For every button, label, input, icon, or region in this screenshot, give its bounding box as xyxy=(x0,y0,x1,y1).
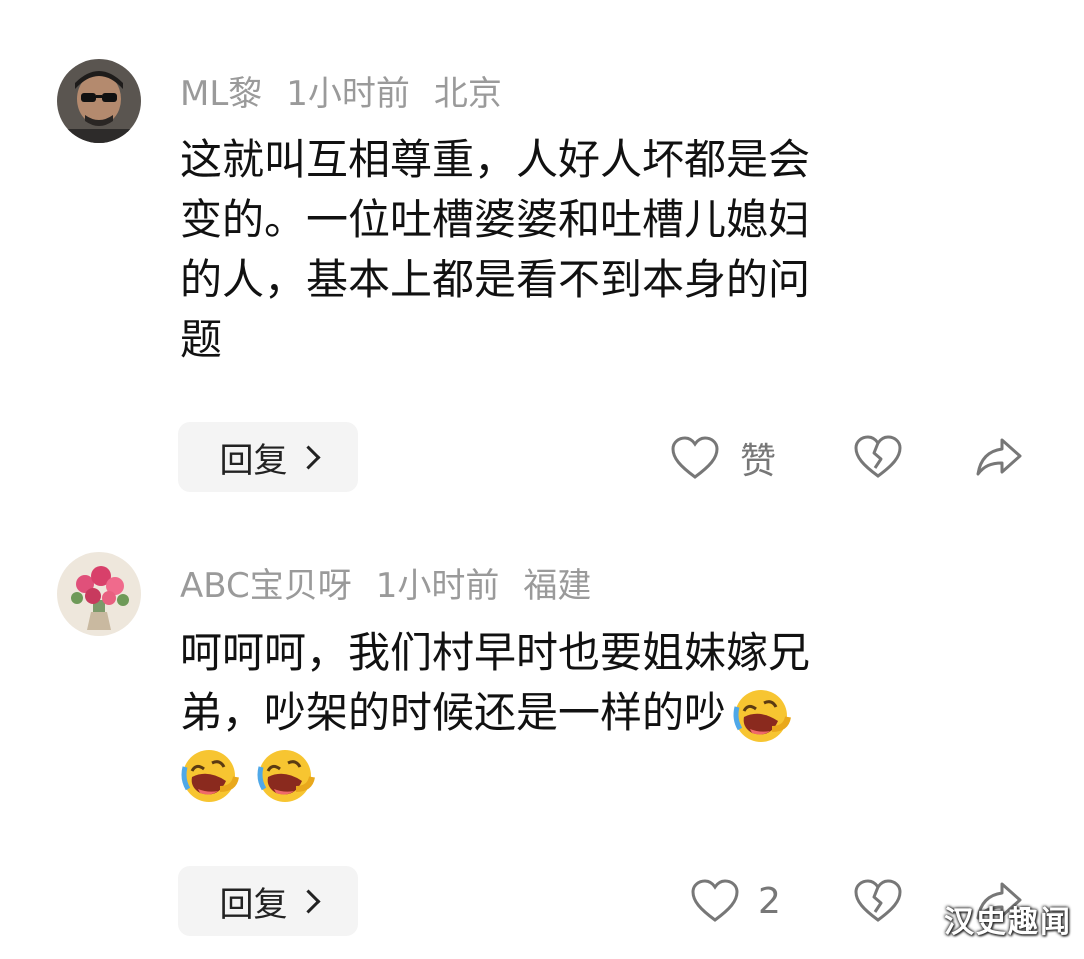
comment-line: 题 xyxy=(180,315,223,364)
avatar[interactable] xyxy=(57,59,141,143)
share-button[interactable] xyxy=(974,434,1024,480)
like-button[interactable]: 2 xyxy=(690,878,781,924)
chevron-right-icon xyxy=(295,444,321,470)
comment-text: 这就叫互相尊重，人好人坏都是会 变的。一位吐槽婆婆和吐槽儿媳妇 的人，基本上都是… xyxy=(180,130,1000,370)
timestamp: 1小时前 xyxy=(375,566,500,606)
reply-label: 回复 xyxy=(219,440,288,481)
comment-line: 变的。一位吐槽婆婆和吐槽儿媳妇 xyxy=(180,195,811,244)
location: 北京 xyxy=(433,74,502,114)
like-button[interactable]: 赞 xyxy=(670,432,776,484)
reply-button[interactable]: 回复 xyxy=(178,866,358,936)
laughing-emoji-icon xyxy=(180,749,256,803)
comment-line: 这就叫互相尊重，人好人坏都是会 xyxy=(180,135,811,184)
emoji-line xyxy=(180,743,1000,803)
watermark: 汉史趣闻 xyxy=(944,905,1072,940)
like-label: 赞 xyxy=(740,441,777,482)
laughing-emoji-icon xyxy=(256,749,332,803)
comment-meta: ABC宝贝呀 1小时前 福建 xyxy=(180,558,615,607)
comment-line: 呵呵呵，我们村早时也要姐妹嫁兄 xyxy=(180,628,811,677)
heart-outline-icon xyxy=(691,879,739,922)
heart-outline-icon xyxy=(671,436,719,479)
share-icon xyxy=(976,438,1022,476)
like-count: 2 xyxy=(758,880,781,922)
comment-text: 呵呵呵，我们村早时也要姐妹嫁兄 弟，吵架的时候还是一样的吵 xyxy=(180,623,1000,803)
username[interactable]: ABC宝贝呀 xyxy=(180,566,352,606)
comment-line: 弟，吵架的时候还是一样的吵 xyxy=(180,683,1000,743)
chevron-right-icon xyxy=(295,888,321,914)
dislike-button[interactable] xyxy=(853,434,903,480)
laughing-emoji-icon xyxy=(726,689,791,743)
dislike-button[interactable] xyxy=(853,878,903,924)
username[interactable]: ML黎 xyxy=(180,74,262,114)
broken-heart-icon xyxy=(854,879,902,922)
avatar[interactable] xyxy=(57,552,141,636)
comment-meta: ML黎 1小时前 北京 xyxy=(180,66,526,115)
location: 福建 xyxy=(523,566,592,606)
broken-heart-icon xyxy=(854,435,902,478)
reply-button[interactable]: 回复 xyxy=(178,422,358,492)
reply-label: 回复 xyxy=(219,884,288,925)
comment-line: 的人，基本上都是看不到本身的问 xyxy=(180,255,811,304)
comment-line-text: 弟，吵架的时候还是一样的吵 xyxy=(180,688,727,737)
timestamp: 1小时前 xyxy=(286,74,410,114)
